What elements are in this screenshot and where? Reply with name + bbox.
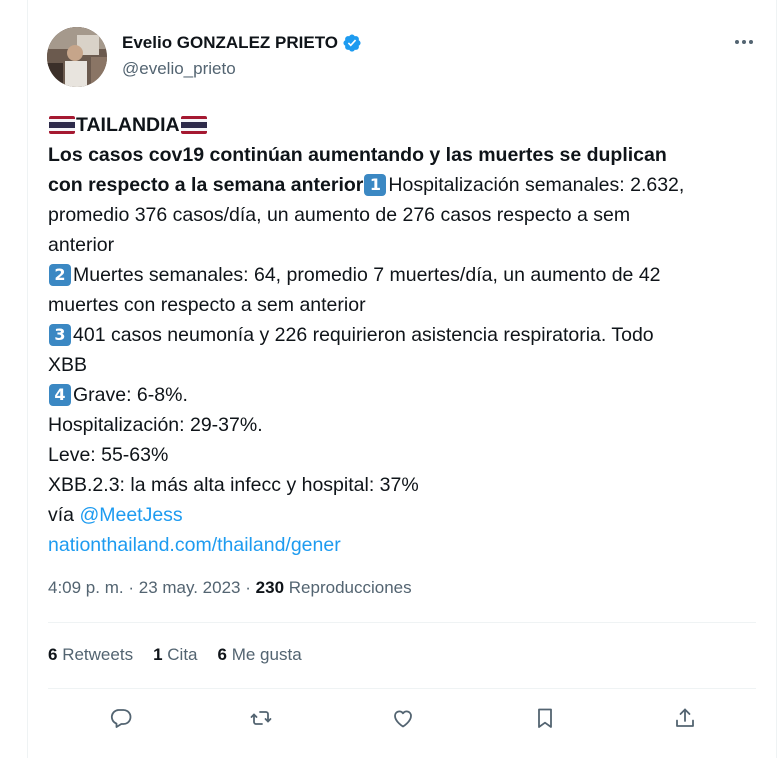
paragraph-text: Muertes semanales: 64, promedio 7 muerte…	[73, 264, 661, 286]
likes-count: 6	[217, 645, 227, 664]
tweet-line: TAILANDIA	[48, 110, 768, 140]
quotes-count: 1	[153, 645, 163, 664]
tweet-meta: 4:09 p. m. · 23 may. 2023 · 230 Reproduc…	[48, 578, 412, 598]
paragraph-text: Grave: 6-8%.	[73, 384, 188, 406]
heart-icon[interactable]	[389, 704, 417, 732]
reply-icon[interactable]	[107, 704, 135, 732]
likes-label: Me gusta	[231, 645, 302, 664]
paragraph-text: Hospitalización: 29-37%.	[48, 414, 263, 436]
quotes-label: Cita	[167, 645, 198, 664]
retweet-icon[interactable]	[247, 704, 275, 732]
retweets-stat[interactable]: 6 Retweets	[48, 645, 133, 665]
paragraph-text: Hospitalización semanales: 2.632,	[388, 174, 685, 196]
headline-text: Los casos cov19 continúan aumentando y l…	[48, 144, 667, 166]
avatar-photo	[47, 27, 107, 87]
country-label: TAILANDIA	[76, 114, 180, 136]
quotes-stat[interactable]: 1 Cita	[153, 645, 197, 665]
separator: ·	[245, 578, 251, 597]
separator: ·	[128, 578, 135, 597]
keycap-four-icon: 4	[49, 384, 71, 406]
paragraph-text: anterior	[48, 234, 115, 256]
author-display-name[interactable]: Evelio GONZALEZ PRIETO	[122, 33, 338, 53]
keycap-three-icon: 3	[49, 324, 71, 346]
views-label: Reproducciones	[288, 578, 412, 597]
thailand-flag-icon	[49, 116, 75, 134]
retweets-label: Retweets	[62, 645, 134, 664]
author-handle[interactable]: @evelio_prieto	[122, 59, 236, 79]
divider	[48, 622, 756, 623]
paragraph-text: 401 casos neumonía y 226 requirieron asi…	[73, 324, 654, 346]
paragraph-text: XBB	[48, 354, 88, 376]
thailand-flag-icon	[180, 116, 207, 134]
mention-link[interactable]: @MeetJess	[79, 500, 182, 530]
avatar[interactable]	[47, 27, 107, 87]
likes-stat[interactable]: 6 Me gusta	[218, 645, 302, 665]
keycap-one-icon: 1	[364, 174, 387, 196]
paragraph-text: promedio 376 casos/día, un aumento de 27…	[48, 204, 631, 226]
views-count: 230	[255, 578, 285, 597]
tweet-date[interactable]: 23 may. 2023	[139, 578, 241, 597]
via-label: vía	[48, 504, 75, 526]
retweets-count: 6	[48, 645, 58, 664]
url-link[interactable]: nationthailand.com/thailand/gener	[48, 530, 341, 560]
headline-text: con respecto a la semana anterior	[48, 174, 364, 196]
paragraph-text: Leve: 55-63%	[48, 444, 169, 466]
keycap-two-icon: 2	[49, 264, 71, 286]
tweet-text: TAILANDIA Los casos cov19 continúan aume…	[48, 110, 768, 560]
tweet-time[interactable]: 4:09 p. m.	[48, 578, 124, 597]
share-icon[interactable]	[671, 704, 699, 732]
action-bar	[107, 704, 707, 732]
paragraph-text: XBB.2.3: la más alta infecc y hospital: …	[48, 474, 419, 496]
more-options-icon[interactable]	[733, 36, 755, 48]
bookmark-icon[interactable]	[531, 704, 559, 732]
paragraph-text: muertes con respecto a sem anterior	[48, 294, 366, 316]
divider	[48, 688, 756, 689]
engagement-stats: 6 Retweets 1 Cita 6 Me gusta	[48, 645, 322, 665]
verified-badge-icon	[343, 34, 361, 52]
